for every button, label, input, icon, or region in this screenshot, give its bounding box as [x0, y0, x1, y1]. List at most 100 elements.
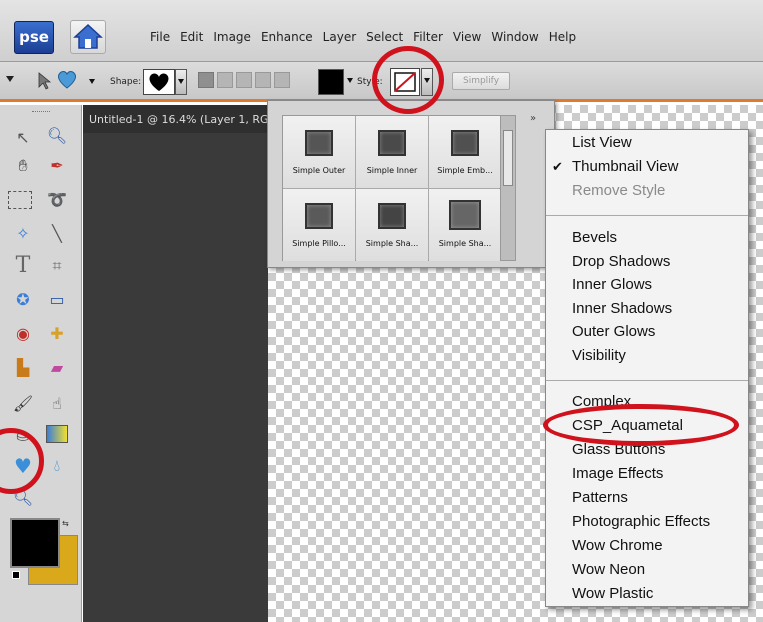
style-thumbnail-label: Simple Sha... — [438, 239, 492, 248]
shape-mode-intersect[interactable] — [255, 72, 271, 88]
shape-label: Shape: — [110, 77, 142, 87]
style-thumbnail[interactable]: Simple Inner — [356, 116, 428, 188]
clone-stamp-icon[interactable]: ▙ — [10, 357, 36, 379]
shape-type-dropdown[interactable] — [87, 70, 99, 92]
annotation-circle-style — [372, 46, 444, 114]
shape-mode-exclude[interactable] — [274, 72, 290, 88]
shape-picker-dropdown[interactable] — [175, 69, 187, 95]
menu-edit[interactable]: Edit — [180, 30, 203, 44]
magic-wand-icon[interactable]: ✧ — [10, 223, 36, 245]
move-icon[interactable]: ↖ — [10, 127, 36, 149]
shape-selection-icon[interactable] — [36, 72, 52, 90]
tool-preset-arrow[interactable] — [6, 76, 14, 82]
style-thumbnail-label: Simple Emb... — [437, 166, 493, 175]
custom-shape-tool-icon[interactable] — [56, 70, 78, 90]
type-icon[interactable]: T — [10, 255, 36, 277]
style-picker-scrollbar[interactable] — [500, 115, 516, 261]
document-tab[interactable]: Untitled-1 @ 16.4% (Layer 1, RGB/8) — [83, 105, 268, 133]
menu-item-wow-plastic[interactable]: Wow Plastic — [572, 585, 653, 602]
shape-mode-add[interactable] — [217, 72, 233, 88]
app-logo: pse — [14, 21, 54, 54]
menu-layer[interactable]: Layer — [323, 30, 356, 44]
menu-help[interactable]: Help — [549, 30, 576, 44]
menu-item-outer-glows[interactable]: Outer Glows — [572, 323, 655, 340]
style-preview — [305, 203, 333, 229]
red-eye-icon[interactable]: ◉ — [10, 323, 36, 345]
style-thumbnail[interactable]: Simple Outer — [283, 116, 355, 188]
menu-window[interactable]: Window — [491, 30, 538, 44]
hand-icon[interactable]: ✋︎ — [10, 155, 36, 177]
toolbox-grip — [32, 111, 50, 113]
cookie-cutter-icon[interactable]: ✪ — [10, 289, 36, 311]
gradient-icon[interactable] — [46, 425, 68, 443]
menu-item-thumbnail-view[interactable]: Thumbnail View — [572, 158, 678, 175]
style-preview — [378, 130, 406, 156]
reset-colors-icon[interactable]: ⇆ — [62, 519, 69, 528]
menu-item-image-effects[interactable]: Image Effects — [572, 465, 663, 482]
menu-bar: pse File Edit Image Enhance Layer Select… — [0, 0, 763, 62]
style-picker-menu: List View ✔ Thumbnail View Remove Style … — [545, 129, 749, 607]
menu-item-patterns[interactable]: Patterns — [572, 489, 628, 506]
menu-item-photographic-effects[interactable]: Photographic Effects — [572, 513, 710, 530]
style-thumbnail[interactable]: Simple Pillo... — [283, 189, 355, 261]
zoom-icon[interactable]: 🔍︎ — [44, 125, 70, 147]
eraser-icon[interactable]: ▰ — [44, 357, 70, 379]
smudge-icon[interactable]: ☝︎ — [44, 393, 70, 415]
menu-select[interactable]: Select — [366, 30, 403, 44]
foreground-color-swatch[interactable] — [10, 518, 60, 568]
menu-item-visibility[interactable]: Visibility — [572, 347, 626, 364]
shape-mode-new[interactable] — [198, 72, 214, 88]
shape-picker[interactable] — [143, 69, 175, 95]
style-thumbnail[interactable]: Simple Emb... — [429, 116, 501, 188]
home-icon — [73, 23, 103, 49]
menu-separator — [546, 380, 748, 381]
menu-item-bevels[interactable]: Bevels — [572, 229, 617, 246]
menu-item-inner-shadows[interactable]: Inner Shadows — [572, 300, 672, 317]
menu-file[interactable]: File — [150, 30, 170, 44]
menu-filter[interactable]: Filter — [413, 30, 443, 44]
menu-item-remove-style: Remove Style — [572, 182, 666, 199]
style-thumbnail-label: Simple Pillo... — [292, 239, 346, 248]
color-swatch[interactable] — [318, 69, 344, 95]
shape-mode-subtract[interactable] — [236, 72, 252, 88]
style-thumbnail[interactable]: Simple Sha... — [429, 189, 501, 261]
style-thumbnail-label: Simple Sha... — [365, 239, 419, 248]
style-preview — [305, 130, 333, 156]
menu-separator — [546, 215, 748, 216]
style-thumbnail-label: Simple Inner — [366, 166, 418, 175]
main-menu: File Edit Image Enhance Layer Select Fil… — [150, 30, 576, 44]
marquee-icon[interactable] — [8, 191, 32, 209]
healing-icon[interactable]: ✚ — [44, 323, 70, 345]
menu-view[interactable]: View — [453, 30, 481, 44]
style-thumbnail[interactable]: Simple Sha... — [356, 189, 428, 261]
menu-enhance[interactable]: Enhance — [261, 30, 313, 44]
crop-icon[interactable]: ⌗ — [44, 255, 70, 277]
home-button[interactable] — [70, 20, 106, 54]
menu-image[interactable]: Image — [213, 30, 251, 44]
blur-icon[interactable]: 💧︎ — [44, 455, 70, 477]
color-dropdown[interactable] — [345, 69, 355, 95]
simplify-button[interactable]: Simplify — [452, 72, 510, 90]
style-preview — [449, 200, 481, 230]
shape-mode-buttons — [198, 72, 298, 92]
menu-item-wow-neon[interactable]: Wow Neon — [572, 561, 645, 578]
annotation-circle-aquametal — [543, 404, 739, 446]
menu-item-drop-shadows[interactable]: Drop Shadows — [572, 253, 670, 270]
brush-icon[interactable]: 🖌︎ — [10, 393, 36, 415]
straighten-icon[interactable]: ▭ — [44, 289, 70, 311]
menu-item-wow-chrome[interactable]: Wow Chrome — [572, 537, 663, 554]
toolbox: ↖ 🔍︎ ✋︎ ✒ ➰ ✧ ╲ T ⌗ ✪ ▭ ◉ ✚ ▙ ▰ 🖌︎ ☝︎ ⛀ … — [0, 105, 82, 622]
scrollbar-thumb[interactable] — [503, 130, 513, 186]
menu-item-inner-glows[interactable]: Inner Glows — [572, 276, 652, 293]
lasso-icon[interactable]: ➰ — [44, 189, 70, 211]
style-preview — [378, 203, 406, 229]
panel-menu-button[interactable]: » — [530, 113, 536, 124]
menu-item-list-view[interactable]: List View — [572, 134, 632, 151]
style-thumbnail-label: Simple Outer — [292, 166, 346, 175]
style-picker-panel: Simple Outer Simple Inner Simple Emb... … — [267, 100, 555, 268]
style-thumbnail-grid: Simple Outer Simple Inner Simple Emb... … — [282, 115, 501, 261]
eyedropper-icon[interactable]: ✒ — [44, 155, 70, 177]
brush-selection-icon[interactable]: ╲ — [44, 223, 70, 245]
checkmark-icon: ✔ — [552, 160, 563, 175]
default-colors-icon[interactable] — [12, 571, 20, 579]
